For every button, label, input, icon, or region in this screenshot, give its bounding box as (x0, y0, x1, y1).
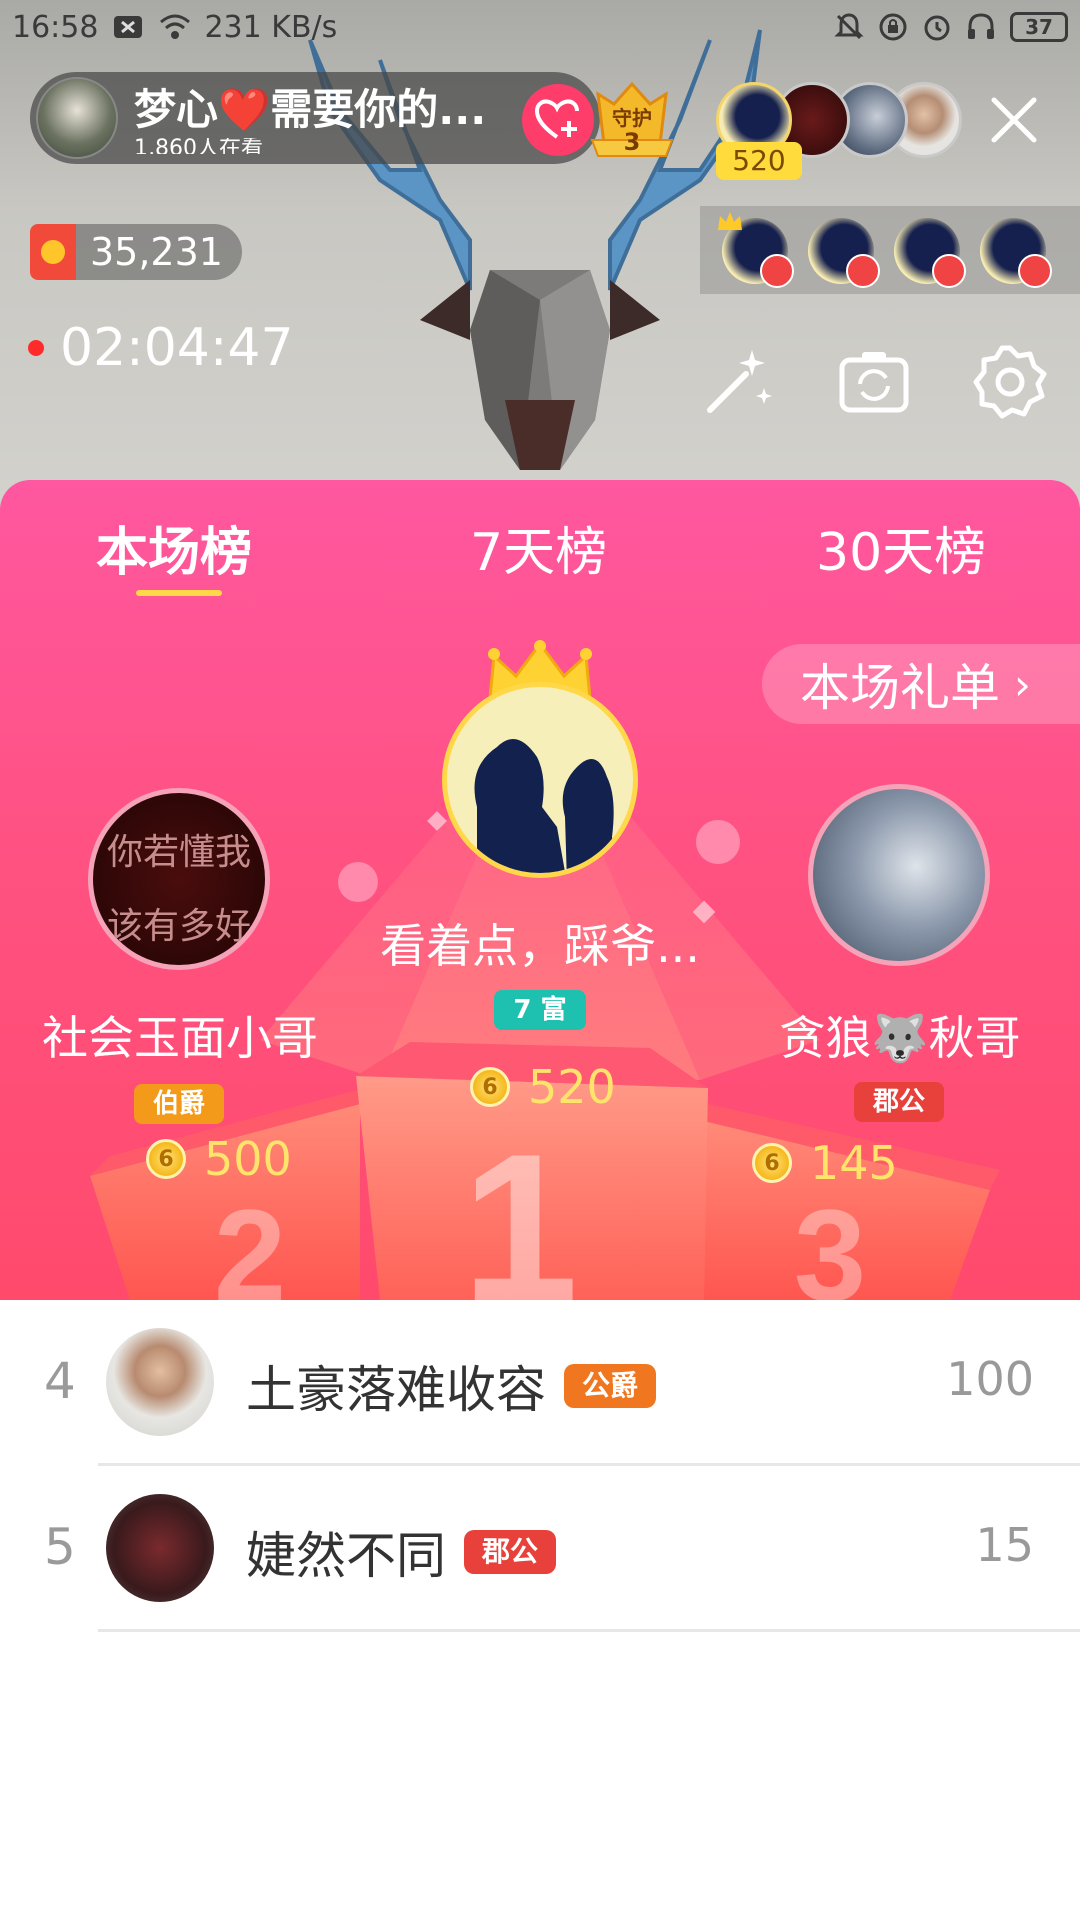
flip-camera-button[interactable] (836, 344, 912, 420)
svg-text:2: 2 (214, 1182, 286, 1300)
host-room-title: 梦心❤️需要你的... (134, 85, 487, 134)
close-icon (991, 97, 1037, 143)
guard-count: 3 (623, 128, 641, 156)
gear-icon (973, 345, 1047, 419)
ranking-tabs: 本场榜 7天榜 30天榜 (0, 480, 1080, 610)
status-bar: 16:58 231 KB/s 37 (0, 0, 1080, 54)
guard-seat[interactable] (894, 218, 966, 288)
rank-number: 5 (44, 1518, 76, 1576)
active-tab-indicator (136, 590, 222, 596)
network-speed: 231 KB/s (204, 9, 338, 45)
follow-button[interactable] (522, 84, 594, 156)
host-info-pill[interactable]: 梦心❤️需要你的... 1,860人在看 (30, 72, 600, 164)
user-score: 100 (946, 1352, 1034, 1406)
red-envelope-icon (30, 224, 76, 280)
coin-balance: 35,231 (90, 230, 223, 274)
settings-button[interactable] (972, 344, 1048, 420)
first-place-score-value: 520 (528, 1060, 616, 1114)
live-duration: 02:04:47 (60, 318, 294, 378)
wifi-icon (158, 12, 191, 42)
user-avatar[interactable] (106, 1494, 214, 1602)
rotation-lock-icon (878, 12, 910, 42)
gift-list-label: 本场礼单 (800, 659, 1000, 717)
third-place-avatar[interactable] (808, 784, 990, 966)
battery-indicator: 37 (1010, 12, 1068, 42)
svg-text:3: 3 (794, 1182, 866, 1300)
svg-text:1: 1 (462, 1110, 579, 1300)
second-place-avatar-line-1: 你若懂我 (106, 832, 251, 873)
third-place-title-badge: 郡公 (854, 1082, 944, 1122)
first-place-name: 看着点，踩爷... (380, 919, 700, 973)
user-name: 婕然不同 (246, 1527, 446, 1585)
status-time: 16:58 (12, 9, 99, 45)
guard-seat[interactable] (718, 212, 794, 288)
first-place-level-badge: 7 富 (494, 990, 586, 1030)
magic-wand-icon (707, 350, 772, 413)
heart-plus-icon (535, 99, 579, 139)
second-place-score: 6 500 (146, 1132, 292, 1186)
coin-icon: 6 (752, 1143, 792, 1183)
host-viewer-count: 1,860人在看 (134, 138, 263, 154)
live-timer: 02:04:47 (28, 318, 294, 378)
tab-30-days[interactable]: 30天榜 (816, 510, 986, 585)
first-place-avatar[interactable] (442, 682, 638, 878)
second-place-title-badge: 伯爵 (134, 1084, 224, 1124)
rank-number: 4 (44, 1352, 76, 1410)
ranking-list: 4 土豪落难收容 公爵 100 5 婕然不同 郡公 15 (0, 1300, 1080, 1920)
guard-seat[interactable] (808, 218, 880, 288)
camera-flip-icon (839, 352, 909, 413)
third-place-score-value: 145 (810, 1136, 898, 1190)
live-dot (28, 340, 44, 356)
user-title-badge: 郡公 (464, 1530, 557, 1574)
user-name: 土豪落难收容 (246, 1361, 546, 1419)
alarm-icon (922, 12, 954, 42)
guard-label: 守护 (612, 106, 652, 130)
notification-icon (112, 12, 144, 42)
close-button[interactable] (984, 90, 1044, 150)
top-viewers[interactable]: 520 (716, 82, 962, 180)
list-item[interactable]: 5 婕然不同 郡公 15 (0, 1466, 1080, 1632)
ranking-panel: 1 2 3 本场榜 7天榜 30天榜 本场礼单 › 看着点，踩爷... 7 富 … (0, 480, 1080, 1300)
user-title-badge: 公爵 (564, 1364, 657, 1408)
guard-seat[interactable] (980, 218, 1052, 288)
headphones-icon (966, 12, 998, 42)
guard-seat-row[interactable] (700, 206, 1080, 294)
viewer-contribution-badge: 520 (716, 142, 802, 180)
host-avatar[interactable] (36, 77, 118, 159)
chevron-right-icon: › (1014, 659, 1031, 709)
tab-current-session[interactable]: 本场榜 (96, 510, 252, 585)
user-avatar[interactable] (106, 1328, 214, 1436)
guard-badge[interactable]: 守护 3 (588, 80, 676, 162)
crown-icon (718, 212, 742, 230)
second-place-score-value: 500 (204, 1132, 292, 1186)
tab-7-days[interactable]: 7天榜 (470, 510, 607, 585)
first-place-score: 6 520 (470, 1060, 616, 1114)
second-place-avatar-line-2: 该有多好 (106, 906, 251, 947)
mute-icon (834, 12, 866, 42)
coin-icon: 6 (146, 1139, 186, 1179)
coin-balance-pill[interactable]: 35,231 (30, 224, 242, 280)
third-place-name: 贪狼🐺秋哥 (779, 1011, 1021, 1065)
second-place-name: 社会玉面小哥 (42, 1011, 318, 1065)
beauty-button[interactable] (700, 344, 776, 420)
gift-list-button[interactable]: 本场礼单 › (762, 644, 1080, 724)
coin-icon: 6 (470, 1067, 510, 1107)
list-item[interactable]: 4 土豪落难收容 公爵 100 (0, 1300, 1080, 1466)
second-place-avatar[interactable]: 你若懂我 该有多好 (88, 788, 270, 970)
row-divider (98, 1629, 1080, 1632)
user-score: 15 (975, 1518, 1034, 1572)
third-place-score: 6 145 (752, 1136, 898, 1190)
